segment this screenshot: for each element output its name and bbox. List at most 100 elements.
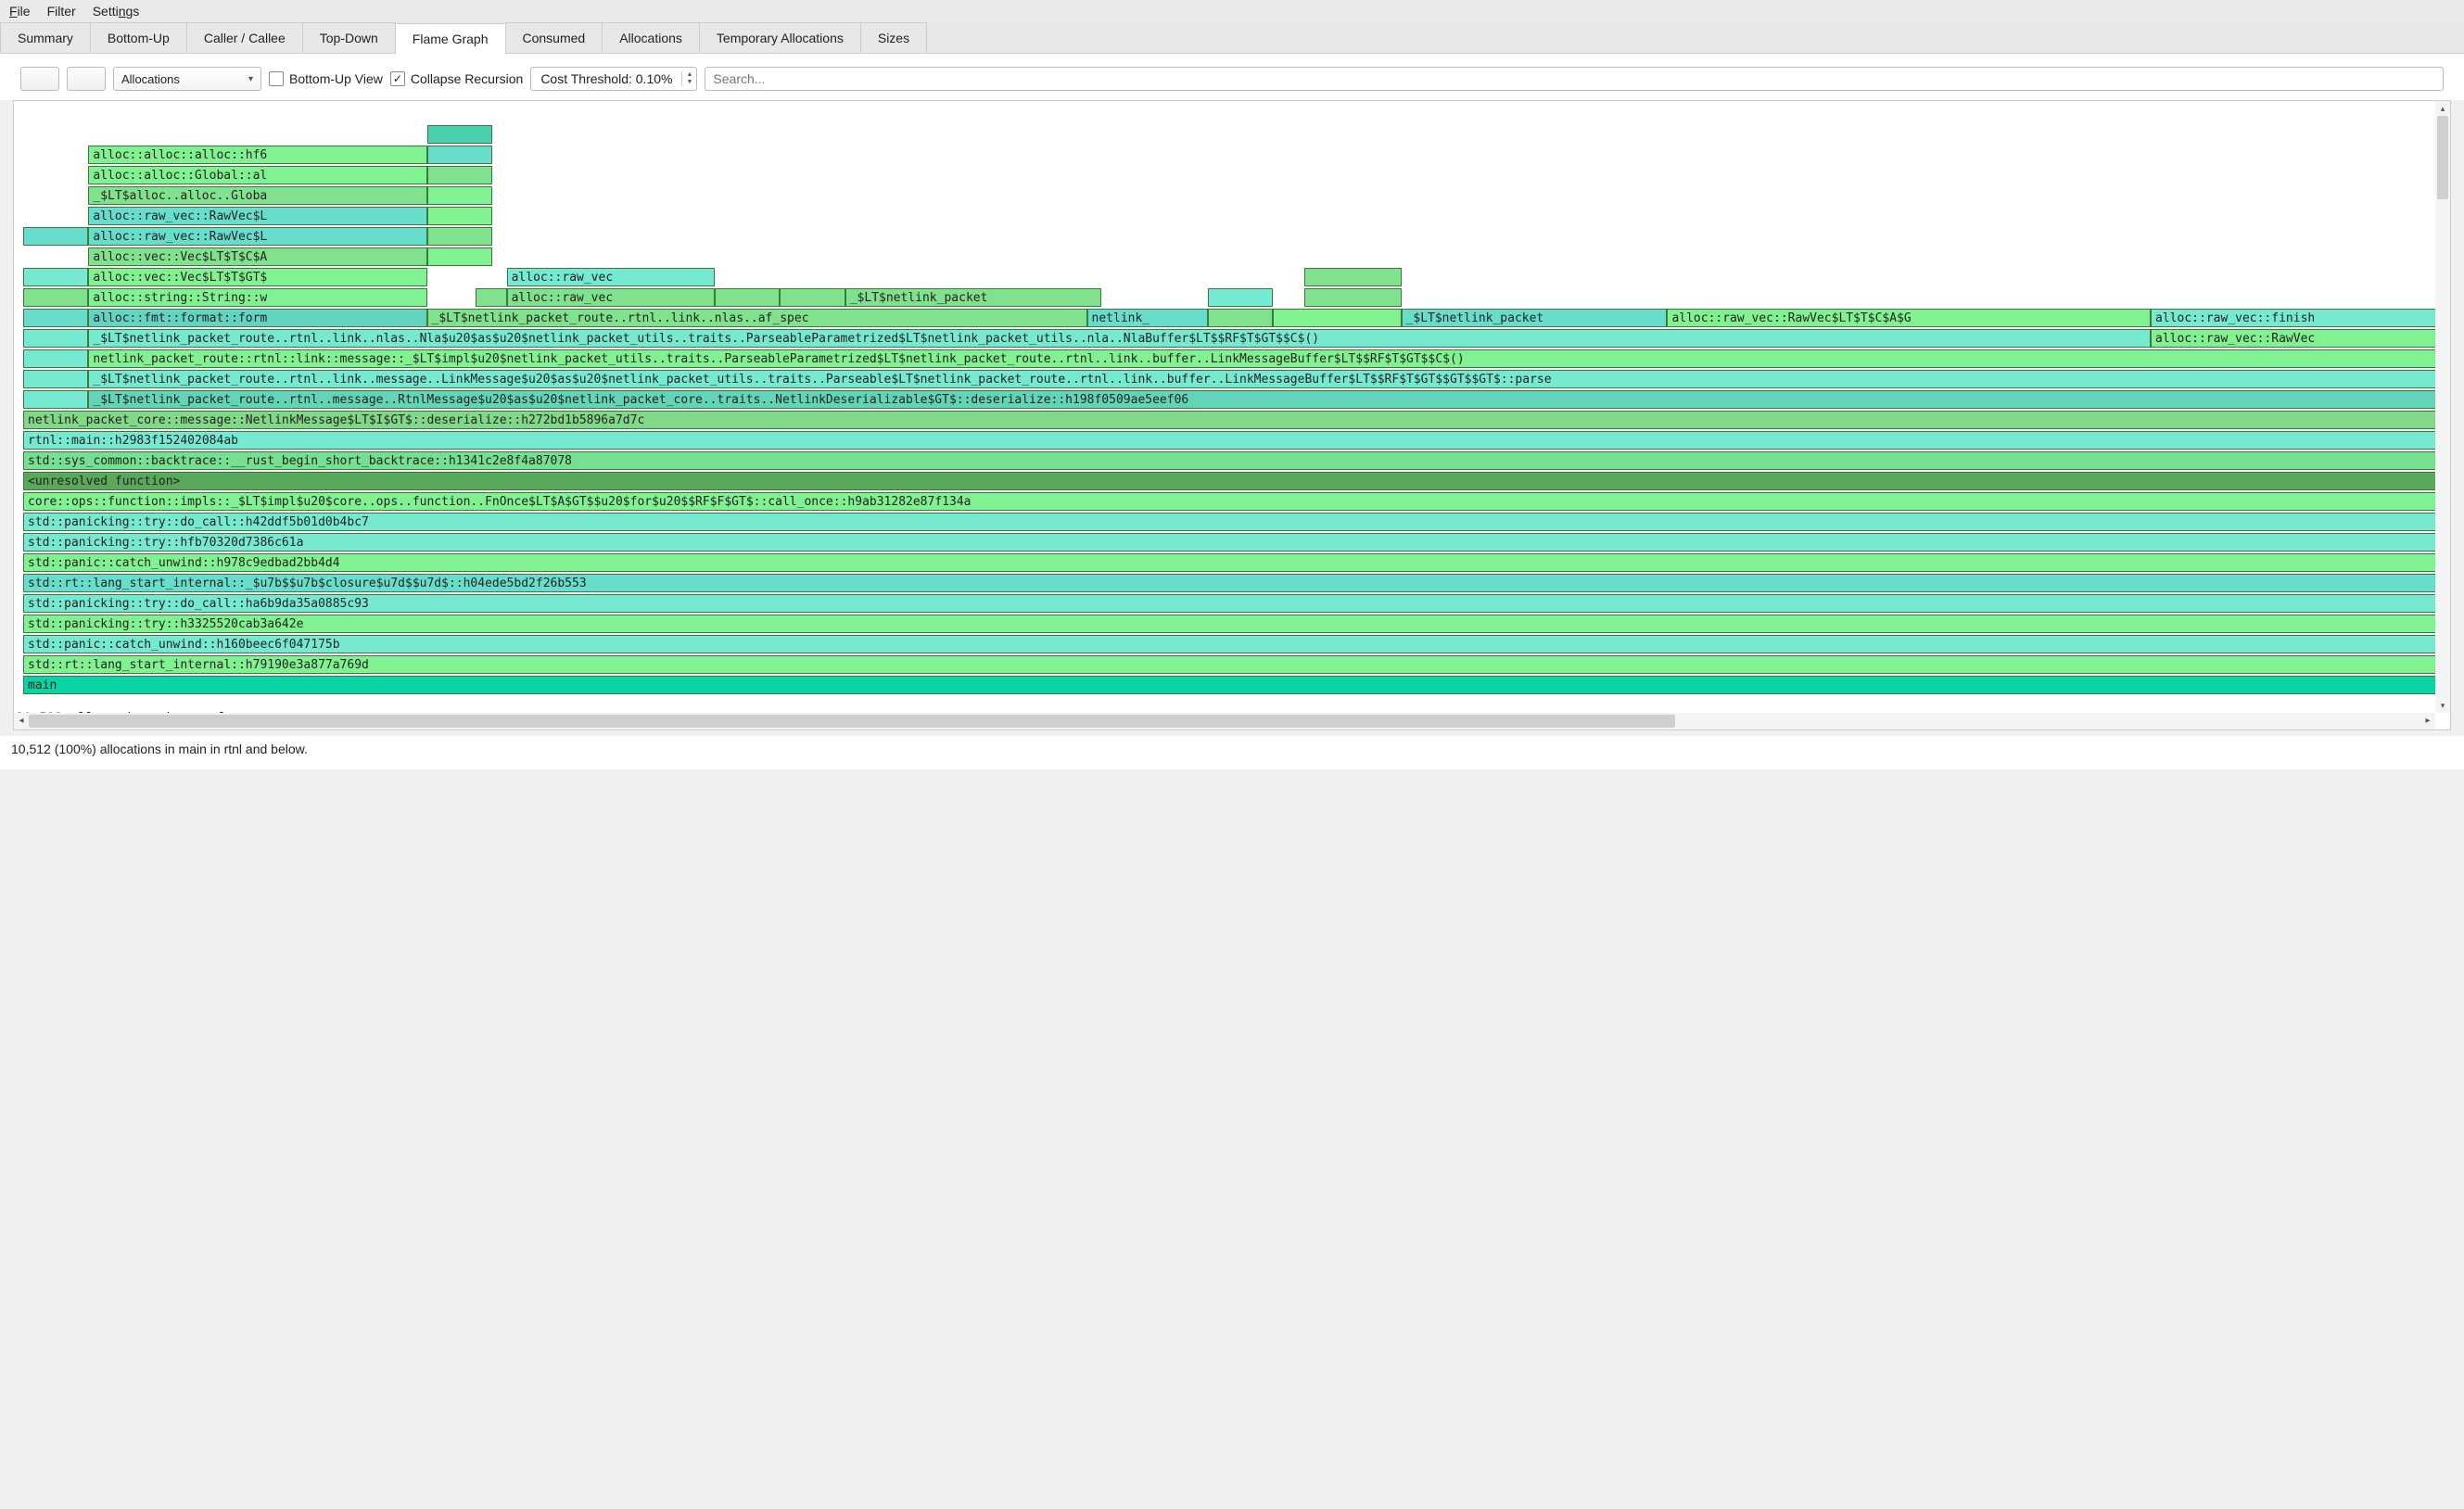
flame-block[interactable] <box>427 247 492 266</box>
flame-block[interactable]: main <box>23 676 2441 694</box>
tab-summary[interactable]: Summary <box>0 22 91 53</box>
tab-bottom-up[interactable]: Bottom-Up <box>90 22 187 53</box>
scroll-up-icon[interactable]: ▴ <box>2435 101 2450 116</box>
flame-block[interactable] <box>23 288 88 307</box>
scrollbar-thumb[interactable] <box>29 715 1675 728</box>
toolbar: Allocations ▾ Bottom-Up View ✓ Collapse … <box>0 54 2464 100</box>
flame-block[interactable] <box>1208 288 1273 307</box>
bottom-up-label: Bottom-Up View <box>289 71 383 86</box>
flame-block[interactable]: alloc::string::String::w <box>88 288 426 307</box>
flame-block[interactable]: _$LT$netlink_packet <box>845 288 1101 307</box>
spinner-arrows[interactable]: ▲▼ <box>681 71 696 87</box>
flame-block[interactable] <box>1304 288 1401 307</box>
flame-block[interactable]: <unresolved function> <box>23 472 2441 490</box>
flame-block[interactable]: alloc::raw_vec::finish <box>2151 309 2441 327</box>
flame-block[interactable]: std::panic::catch_unwind::h160beec6f0471… <box>23 635 2441 653</box>
flame-block[interactable] <box>780 288 845 307</box>
flame-block[interactable]: _$LT$netlink_packet_route..rtnl..link..n… <box>427 309 1087 327</box>
flame-block[interactable]: _$LT$netlink_packet_route..rtnl..message… <box>88 390 2441 409</box>
checkbox-box <box>269 71 284 86</box>
menu-file[interactable]: File <box>9 4 31 19</box>
flame-block[interactable]: alloc::vec::Vec$LT$T$GT$ <box>88 268 426 286</box>
flame-block[interactable]: netlink_packet_route::rtnl::link::messag… <box>88 349 2441 368</box>
tabbar: SummaryBottom-UpCaller / CalleeTop-DownF… <box>0 22 2464 54</box>
flame-block[interactable]: netlink_packet_core::message::NetlinkMes… <box>23 411 2441 429</box>
collapse-recursion-checkbox[interactable]: ✓ Collapse Recursion <box>390 71 523 86</box>
flame-block[interactable]: netlink_ <box>1087 309 1208 327</box>
flame-block[interactable]: alloc::alloc::alloc::hf6 <box>88 146 426 164</box>
flame-graph-canvas: main std::rt::lang_start_internal::h79190… <box>13 100 2451 730</box>
tab-temporary-allocations[interactable]: Temporary Allocations <box>699 22 861 53</box>
flame-block[interactable]: std::rt::lang_start_internal::_$u7b$$u7b… <box>23 574 2441 592</box>
tab-caller-callee[interactable]: Caller / Callee <box>186 22 303 53</box>
flame-block[interactable] <box>427 207 492 225</box>
flame-block[interactable]: alloc::raw_vec::RawVec <box>2151 329 2441 348</box>
flame-block[interactable] <box>1304 268 1401 286</box>
flame-block[interactable]: core::ops::function::impls::_$LT$impl$u2… <box>23 492 2441 511</box>
flame-block[interactable]: std::panicking::try::hfb70320d7386c61a <box>23 533 2441 552</box>
flame-block[interactable] <box>1273 309 1401 327</box>
flame-block[interactable]: _$LT$netlink_packet <box>1402 309 1668 327</box>
scroll-right-icon[interactable]: ▸ <box>2420 713 2435 729</box>
toolbar-button-2[interactable] <box>67 67 106 91</box>
chevron-down-icon: ▾ <box>248 74 253 84</box>
tab-allocations[interactable]: Allocations <box>602 22 700 53</box>
flame-block[interactable]: std::panicking::try::h3325520cab3a642e <box>23 615 2441 633</box>
flame-block[interactable] <box>427 125 492 144</box>
flame-block[interactable] <box>427 227 492 246</box>
flame-block[interactable]: alloc::alloc::Global::al <box>88 166 426 184</box>
flame-block[interactable]: std::panic::catch_unwind::h978c9edbad2bb… <box>23 553 2441 572</box>
flame-block[interactable]: std::panicking::try::do_call::h42ddf5b01… <box>23 513 2441 531</box>
flame-block[interactable]: _$LT$netlink_packet_route..rtnl..link..m… <box>88 370 2441 388</box>
tab-consumed[interactable]: Consumed <box>505 22 603 53</box>
flame-block[interactable] <box>427 146 492 164</box>
flame-block[interactable]: alloc::raw_vec::RawVec$LT$T$C$A$G <box>1667 309 2151 327</box>
flame-block[interactable]: std::panicking::try::do_call::ha6b9da35a… <box>23 594 2441 613</box>
tab-top-down[interactable]: Top-Down <box>302 22 396 53</box>
vertical-scrollbar[interactable]: ▴ ▾ <box>2435 101 2450 713</box>
status-bar: 10,512 (100%) allocations in main in rtn… <box>0 736 2464 769</box>
collapse-label: Collapse Recursion <box>411 71 523 86</box>
toolbar-button-1[interactable] <box>20 67 59 91</box>
flame-block[interactable]: std::rt::lang_start_internal::h79190e3a8… <box>23 655 2441 674</box>
flame-block[interactable]: rtnl::main::h2983f152402084ab <box>23 431 2441 450</box>
horizontal-scrollbar[interactable]: ◂ ▸ <box>14 713 2435 729</box>
flame-block[interactable] <box>715 288 780 307</box>
metric-select[interactable]: Allocations ▾ <box>113 67 261 91</box>
flame-block[interactable] <box>23 268 88 286</box>
flame-graph[interactable]: main std::rt::lang_start_internal::h79190… <box>23 112 2441 696</box>
menu-filter[interactable]: Filter <box>47 4 76 19</box>
bottom-up-checkbox[interactable]: Bottom-Up View <box>269 71 383 86</box>
flame-block[interactable]: alloc::vec::Vec$LT$T$C$A <box>88 247 426 266</box>
flame-block[interactable] <box>1208 309 1273 327</box>
metric-select-value: Allocations <box>121 72 180 86</box>
flame-block[interactable]: alloc::raw_vec <box>507 268 715 286</box>
search-input[interactable] <box>705 67 2444 91</box>
scroll-left-icon[interactable]: ◂ <box>14 713 29 729</box>
cost-threshold-spinner[interactable]: Cost Threshold: 0.10% ▲▼ <box>530 67 697 91</box>
scrollbar-thumb[interactable] <box>2437 116 2448 199</box>
cost-threshold-value: Cost Threshold: 0.10% <box>531 71 681 86</box>
flame-block[interactable] <box>23 349 88 368</box>
flame-block[interactable]: std::sys_common::backtrace::__rust_begin… <box>23 451 2441 470</box>
flame-block[interactable] <box>23 370 88 388</box>
flame-block[interactable]: alloc::fmt::format::form <box>88 309 426 327</box>
flame-block[interactable] <box>23 390 88 409</box>
scroll-down-icon[interactable]: ▾ <box>2435 698 2450 713</box>
flame-block[interactable]: _$LT$netlink_packet_route..rtnl..link..n… <box>88 329 2151 348</box>
menu-settings[interactable]: Settings <box>93 4 140 19</box>
flame-block[interactable] <box>23 309 88 327</box>
tab-flame-graph[interactable]: Flame Graph <box>395 23 506 54</box>
flame-block[interactable] <box>427 166 492 184</box>
flame-block[interactable]: alloc::raw_vec <box>507 288 715 307</box>
tab-sizes[interactable]: Sizes <box>860 22 927 53</box>
menubar: File Filter Settings <box>0 0 2464 22</box>
flame-block[interactable]: alloc::raw_vec::RawVec$L <box>88 227 426 246</box>
flame-block[interactable]: alloc::raw_vec::RawVec$L <box>88 207 426 225</box>
flame-block[interactable] <box>23 329 88 348</box>
checkbox-box: ✓ <box>390 71 405 86</box>
flame-block[interactable] <box>476 288 507 307</box>
flame-block[interactable]: _$LT$alloc..alloc..Globa <box>88 186 426 205</box>
flame-block[interactable] <box>23 227 88 246</box>
flame-block[interactable] <box>427 186 492 205</box>
